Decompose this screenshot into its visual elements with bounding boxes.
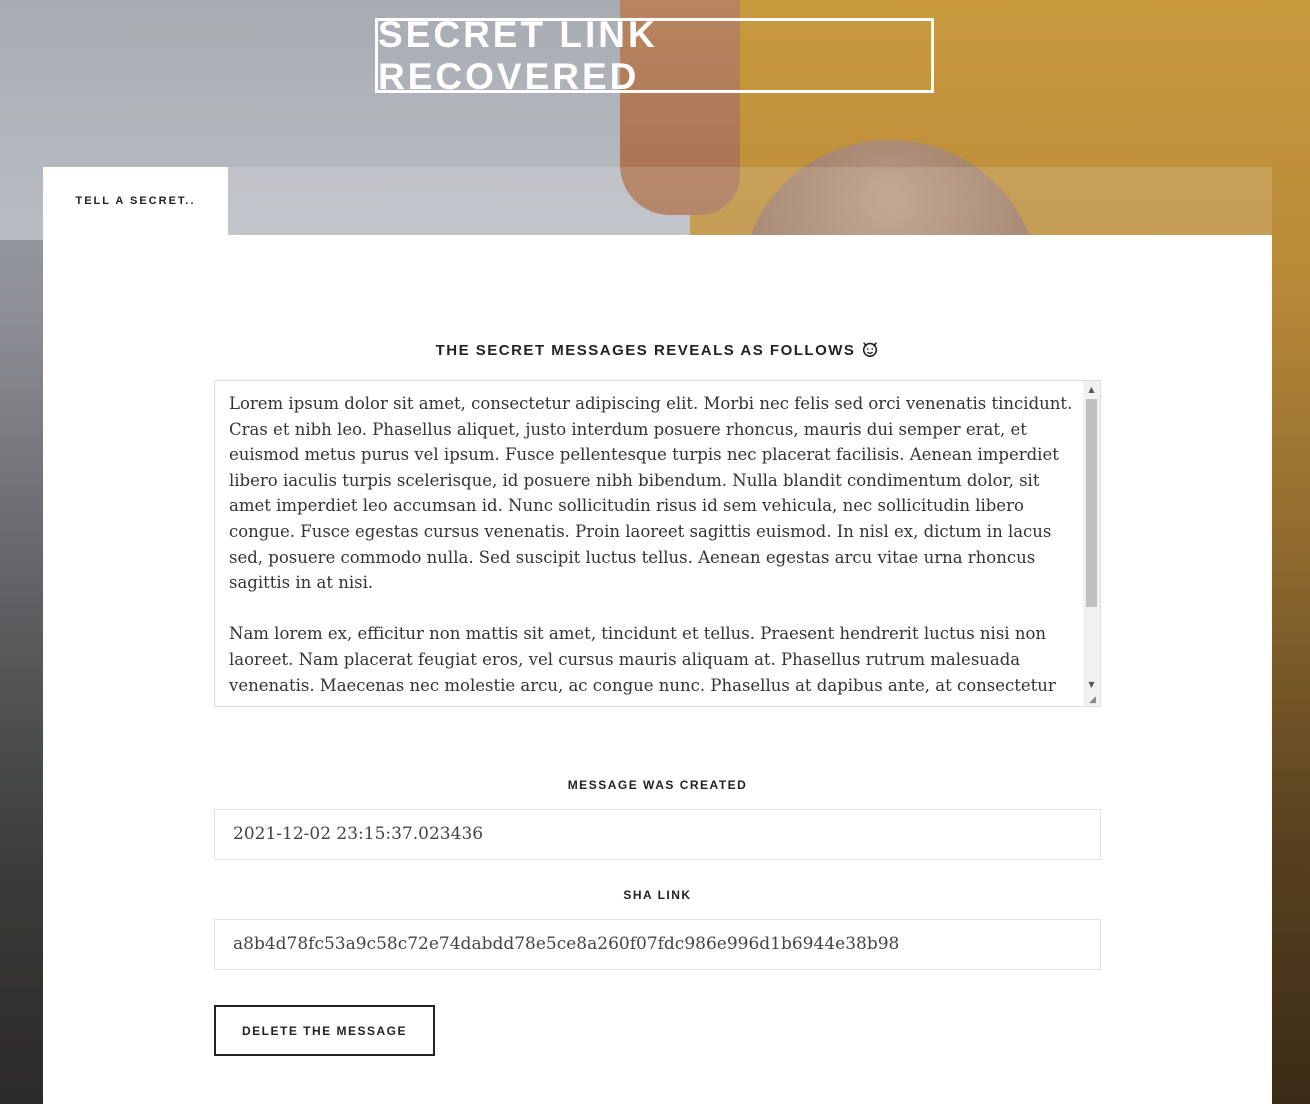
page-title: SECRET LINK RECOVERED [375,14,934,97]
sha-link-label: SHA LINK [623,888,692,902]
delete-message-button[interactable]: DELETE THE MESSAGE [214,1005,435,1056]
sha-link-field[interactable]: a8b4d78fc53a9c58c72e74dabdd78e5ce8a260f0… [214,919,1101,970]
tab-tell-a-secret[interactable]: TELL A SECRET.. [43,167,228,235]
resize-grip-icon[interactable]: ◢ [1089,695,1099,705]
scroll-up-arrow-icon[interactable]: ▲ [1083,383,1100,397]
secret-message-textarea[interactable]: Lorem ipsum dolor sit amet, consectetur … [214,380,1101,707]
scroll-down-arrow-icon[interactable]: ▼ [1083,678,1100,692]
created-field[interactable]: 2021-12-02 23:15:37.023436 [214,809,1101,860]
message-scrollbar[interactable]: ▲ ▼ [1083,381,1100,706]
section-title: THE SECRET MESSAGES REVEALS AS FOLLOWS [43,340,1272,359]
content-card: THE SECRET MESSAGES REVEALS AS FOLLOWS L… [43,235,1272,1104]
devil-face-icon [863,342,878,358]
secret-message-text: Lorem ipsum dolor sit amet, consectetur … [229,394,1073,695]
created-label: MESSAGE WAS CREATED [567,778,748,792]
scroll-thumb[interactable] [1086,399,1097,607]
section-title-text: THE SECRET MESSAGES REVEALS AS FOLLOWS [435,342,856,359]
